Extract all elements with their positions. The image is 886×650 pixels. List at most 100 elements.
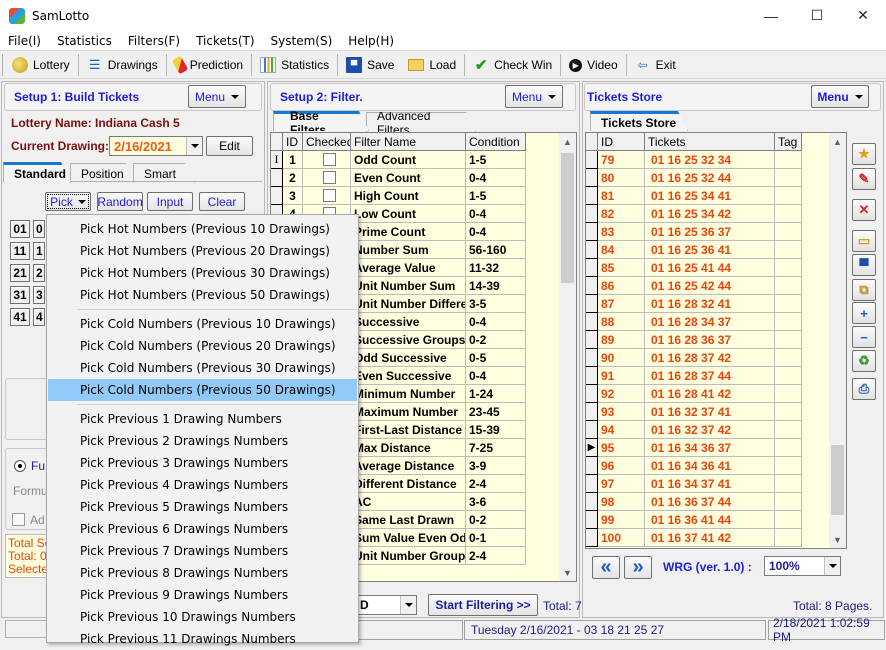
menu-filters[interactable]: Filters(F) — [120, 34, 188, 48]
filter-condition[interactable]: 15-39 — [466, 421, 526, 439]
filter-grid-scrollbar[interactable]: ▲ ▼ — [559, 133, 576, 581]
filter-condition[interactable]: 0-1 — [466, 529, 526, 547]
copy-pages-button[interactable]: ⧉ — [852, 279, 876, 301]
scroll-down-icon[interactable]: ▼ — [559, 564, 576, 581]
ticket-row[interactable]: 84 01 16 25 36 41 — [586, 241, 802, 259]
filter-condition[interactable]: 7-25 — [466, 439, 526, 457]
random-button[interactable]: Random — [97, 192, 143, 211]
pick-menu-item[interactable]: Pick Previous 3 Drawings Numbers — [48, 452, 357, 474]
number-button[interactable]: 2 — [33, 264, 45, 282]
pick-menu-item[interactable]: Pick Hot Numbers (Previous 10 Drawings) — [48, 218, 357, 240]
filter-checkbox[interactable] — [323, 153, 336, 166]
ticket-row[interactable]: 99 01 16 36 41 44 — [586, 511, 802, 529]
number-button[interactable]: 1 — [33, 242, 45, 260]
scroll-down-icon[interactable]: ▼ — [829, 531, 846, 548]
ticket-tag[interactable] — [775, 313, 802, 331]
video-button[interactable]: ▶ Video — [562, 53, 624, 77]
filter-row[interactable]: 3 High Count 1-5 — [271, 187, 526, 205]
pick-menu-item[interactable]: Pick Cold Numbers (Previous 10 Drawings) — [48, 313, 357, 335]
recycle-bin-button[interactable]: ♻ — [852, 350, 876, 372]
ticket-row[interactable]: 92 01 16 28 41 42 — [586, 385, 802, 403]
number-button[interactable]: 31 — [10, 286, 30, 304]
ticket-tag[interactable] — [775, 511, 802, 529]
pick-button[interactable]: Pick — [45, 192, 91, 211]
pick-menu-item[interactable]: Pick Previous 7 Drawings Numbers — [48, 540, 357, 562]
filter-condition[interactable]: 0-4 — [466, 169, 526, 187]
setup2-menu-button[interactable]: Menu — [505, 85, 563, 108]
filter-condition[interactable]: 2-4 — [466, 547, 526, 565]
ticket-tag[interactable] — [775, 295, 802, 313]
pick-menu-item[interactable]: Pick Hot Numbers (Previous 30 Drawings) — [48, 262, 357, 284]
column-header[interactable]: Filter Name — [351, 133, 466, 151]
ticket-tag[interactable] — [775, 169, 802, 187]
ticket-row[interactable]: 90 01 16 28 37 42 — [586, 349, 802, 367]
filter-condition[interactable]: 0-5 — [466, 349, 526, 367]
filter-checkbox[interactable] — [323, 189, 336, 202]
number-button[interactable]: 11 — [10, 242, 30, 260]
ticket-row[interactable]: 80 01 16 25 32 44 — [586, 169, 802, 187]
ticket-tag[interactable] — [775, 403, 802, 421]
ticket-tag[interactable] — [775, 151, 802, 169]
ticket-tag[interactable] — [775, 439, 802, 457]
pick-menu-item[interactable]: Pick Cold Numbers (Previous 30 Drawings) — [48, 357, 357, 379]
ticket-tag[interactable] — [775, 385, 802, 403]
scroll-up-icon[interactable]: ▲ — [559, 133, 576, 150]
number-button[interactable]: 01 — [10, 220, 30, 238]
setup1-menu-button[interactable]: Menu — [188, 85, 246, 108]
ticket-tag[interactable] — [775, 367, 802, 385]
ticket-tag[interactable] — [775, 331, 802, 349]
tab-base-filters[interactable]: Base Filters — [273, 111, 369, 131]
ticket-row[interactable]: 97 01 16 34 37 41 — [586, 475, 802, 493]
ticket-tag[interactable] — [775, 457, 802, 475]
pick-menu-item[interactable]: Pick Previous 11 Drawings Numbers — [48, 628, 357, 650]
ticket-row[interactable]: 89 01 16 28 36 37 — [586, 331, 802, 349]
load-button[interactable]: Load — [401, 53, 463, 77]
current-drawing-select[interactable]: 2/16/2021 — [109, 136, 203, 156]
next-page-button[interactable]: » — [624, 556, 652, 579]
column-header[interactable]: Tag — [775, 133, 802, 151]
filter-condition[interactable]: 0-4 — [466, 205, 526, 223]
number-button[interactable]: 21 — [10, 264, 30, 282]
ticket-row[interactable]: 98 01 16 36 37 44 — [586, 493, 802, 511]
prediction-button[interactable]: Prediction — [168, 53, 250, 77]
filter-condition[interactable]: 3-5 — [466, 295, 526, 313]
tab-tickets-store[interactable]: Tickets Store — [590, 111, 688, 131]
ticket-row[interactable]: 82 01 16 25 34 42 — [586, 205, 802, 223]
tab-position[interactable]: Position — [70, 163, 136, 183]
ticket-row[interactable]: 100 01 16 37 41 42 — [586, 529, 802, 547]
tab-standard[interactable]: Standard — [3, 162, 71, 182]
column-header[interactable]: Condition — [466, 133, 526, 151]
pick-menu-item[interactable]: Pick Previous 9 Drawings Numbers — [48, 584, 357, 606]
filter-row[interactable]: 2 Even Count 0-4 — [271, 169, 526, 187]
filter-condition[interactable]: 1-5 — [466, 187, 526, 205]
printer-button[interactable]: ⎙ — [852, 378, 876, 400]
ticket-row[interactable]: 91 01 16 28 37 44 — [586, 367, 802, 385]
store-menu-button[interactable]: Menu — [811, 85, 869, 108]
menu-tickets[interactable]: Tickets(T) — [188, 34, 262, 48]
filter-condition[interactable]: 2-4 — [466, 475, 526, 493]
ticket-row[interactable]: 87 01 16 28 32 41 — [586, 295, 802, 313]
column-header[interactable]: Tickets — [645, 133, 775, 151]
filter-condition[interactable]: 1-24 — [466, 385, 526, 403]
ticket-tag[interactable] — [775, 187, 802, 205]
ticket-row[interactable]: 86 01 16 25 42 44 — [586, 277, 802, 295]
save-button[interactable]: ▀ Save — [339, 53, 401, 77]
add-star-button[interactable]: ★ — [852, 143, 876, 165]
ticket-row[interactable]: 79 01 16 25 32 34 — [586, 151, 802, 169]
pick-menu-item[interactable]: Pick Hot Numbers (Previous 50 Drawings) — [48, 284, 357, 306]
filter-condition[interactable]: 3-9 — [466, 457, 526, 475]
ticket-row[interactable]: 94 01 16 32 37 42 — [586, 421, 802, 439]
ticket-tag[interactable] — [775, 421, 802, 439]
edit-drawing-button[interactable]: Edit — [206, 136, 253, 156]
previous-page-button[interactable]: « — [592, 556, 620, 579]
plus-button[interactable]: + — [852, 302, 876, 324]
lottery-button[interactable]: Lottery — [5, 53, 77, 77]
number-button[interactable]: 3 — [33, 286, 45, 304]
ticket-row[interactable]: ▶ 95 01 16 34 36 37 — [586, 439, 802, 457]
scroll-thumb[interactable] — [561, 153, 574, 283]
number-button[interactable]: 0 — [33, 220, 45, 238]
ticket-row[interactable]: 81 01 16 25 34 41 — [586, 187, 802, 205]
delete-x-button[interactable]: ✕ — [852, 199, 876, 221]
eraser-button[interactable]: ✎ — [852, 168, 876, 190]
save-disk-button[interactable]: ▀ — [852, 254, 876, 276]
